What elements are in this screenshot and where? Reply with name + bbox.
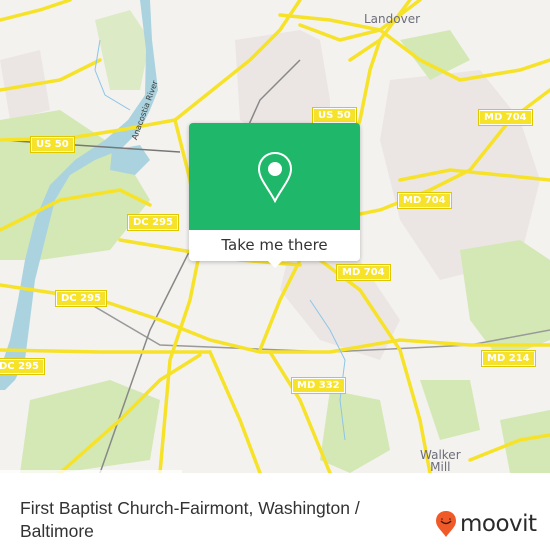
popup-pointer bbox=[267, 260, 283, 268]
park-area bbox=[320, 390, 390, 473]
park-area bbox=[460, 240, 550, 360]
road-shield-md704: MD 704 bbox=[336, 264, 391, 281]
place-label-landover: Landover bbox=[364, 12, 421, 26]
place-label-walker-mill: Walker Mill bbox=[420, 448, 461, 473]
map-pin-icon bbox=[257, 151, 293, 203]
park-area bbox=[20, 380, 160, 473]
moovit-logo[interactable]: moovit bbox=[435, 510, 537, 538]
road-shield-dc295: DC 295 bbox=[127, 214, 179, 231]
location-title: First Baptist Church-Fairmont, Washingto… bbox=[20, 498, 360, 541]
road-shield-dc295: DC 295 bbox=[55, 290, 107, 307]
road-shield-md214: MD 214 bbox=[481, 350, 536, 367]
moovit-pin-icon bbox=[436, 511, 456, 537]
take-me-there-button[interactable]: Take me there bbox=[189, 230, 360, 261]
map-attribution[interactable]: © OpenStreetMap contributors bbox=[0, 470, 182, 473]
footer: First Baptist Church-Fairmont, Washingto… bbox=[0, 490, 550, 550]
road-shield-md704: MD 704 bbox=[397, 192, 452, 209]
road-shield-us50: US 50 bbox=[30, 136, 75, 153]
map[interactable]: US 50 US 50 MD 704 MD 704 MD 704 DC 295 … bbox=[0, 0, 550, 473]
park-area bbox=[95, 10, 150, 90]
road-shield-dc295: DC 295 bbox=[0, 358, 45, 375]
park-area bbox=[420, 380, 480, 440]
road-shield-md704: MD 704 bbox=[478, 109, 533, 126]
road-shield-md332: MD 332 bbox=[291, 377, 346, 394]
popup-header bbox=[189, 123, 360, 230]
park-area bbox=[500, 410, 550, 473]
road-shield-us50: US 50 bbox=[312, 107, 357, 124]
moovit-wordmark: moovit bbox=[460, 511, 537, 537]
destination-popup: Take me there bbox=[189, 123, 360, 268]
